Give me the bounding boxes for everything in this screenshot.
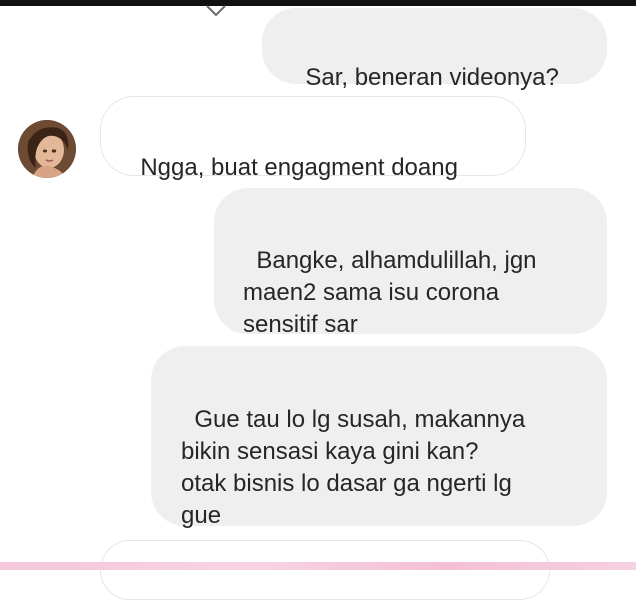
bottom-decoration-bar [0,562,636,570]
received-message-bubble[interactable]: Ngga, buat engagment doang [100,96,526,181]
message-text: Gue tau lo lg susah, makannya bikin sens… [181,406,526,529]
sent-message-bubble[interactable]: Sar, beneran videonya? [262,8,607,91]
received-message-bubble-partial[interactable] [100,540,550,600]
sent-message-bubble[interactable]: Gue tau lo lg susah, makannya bikin sens… [151,346,607,529]
contact-avatar[interactable] [18,120,76,178]
message-text: Sar, beneran videonya? [305,64,559,91]
bubble-tail-icon [206,5,226,17]
message-text: Bangke, alhamdulillah, jgn maen2 sama is… [243,247,537,338]
avatar-photo-icon [18,120,76,178]
message-text: Ngga, buat engagment doang [140,154,458,181]
sent-message-bubble[interactable]: Bangke, alhamdulillah, jgn maen2 sama is… [214,188,607,338]
top-edge-bar [0,0,636,6]
